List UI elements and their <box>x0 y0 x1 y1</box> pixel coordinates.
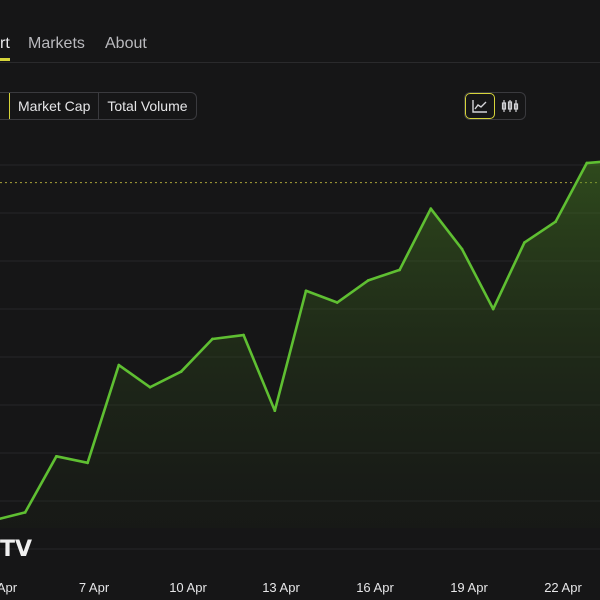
data-point <box>242 333 245 337</box>
x-tick-label: 19 Apr <box>450 580 488 595</box>
data-point <box>585 161 589 165</box>
x-tick-label: 7 Apr <box>79 580 110 595</box>
data-point <box>273 409 277 412</box>
x-tick-label: 13 Apr <box>262 580 300 595</box>
data-point <box>429 207 433 210</box>
x-axis-ticks: Apr 7 Apr 10 Apr 13 Apr 16 Apr 19 Apr 22 Apr <box>0 580 582 595</box>
data-point <box>398 268 401 272</box>
x-tick-label: Apr <box>0 580 18 595</box>
tradingview-logo: TV <box>0 537 32 562</box>
data-point <box>86 461 89 465</box>
data-point <box>55 455 58 458</box>
data-point <box>211 337 214 341</box>
price-area-fill <box>0 161 600 528</box>
price-chart[interactable]: TV Apr 7 Apr 10 Apr 13 Apr 16 Apr 19 Apr 22 Ap… <box>0 0 600 600</box>
data-point <box>335 301 339 304</box>
series-line-segment <box>585 160 600 165</box>
data-point <box>304 289 308 293</box>
data-point <box>460 247 464 251</box>
x-tick-label: 10 Apr <box>169 580 207 595</box>
data-point <box>179 370 183 373</box>
data-point <box>148 385 152 389</box>
data-point <box>23 511 27 514</box>
x-tick-label: 22 Apr <box>544 580 582 595</box>
data-point <box>523 241 526 244</box>
data-point <box>554 220 557 223</box>
data-point <box>367 279 370 282</box>
data-point <box>491 307 495 311</box>
x-tick-label: 16 Apr <box>356 580 394 595</box>
data-point <box>117 363 121 367</box>
